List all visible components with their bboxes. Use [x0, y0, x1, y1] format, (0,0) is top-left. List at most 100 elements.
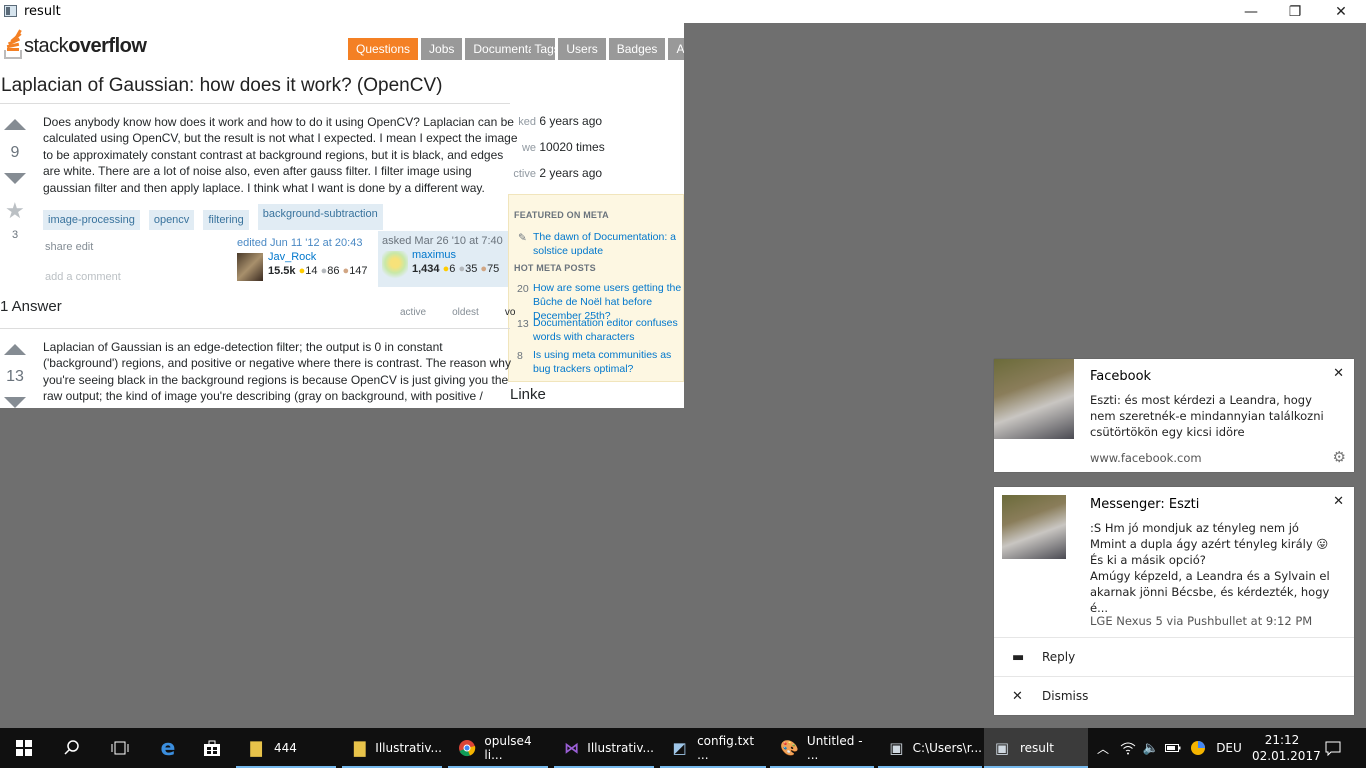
- tag-image-processing[interactable]: image-processing: [43, 210, 140, 230]
- tag-opencv[interactable]: opencv: [148, 210, 195, 230]
- answer-body: Laplacian of Gaussian is an edge-detecti…: [43, 340, 511, 408]
- window-titlebar: result — ❐ ✕: [0, 0, 1366, 23]
- taskbar-clock[interactable]: 21:12 02.01.2017: [1252, 732, 1321, 764]
- stat-asked: ked 6 years ago: [518, 114, 603, 128]
- task-view-button[interactable]: [96, 728, 144, 768]
- editor-avatar[interactable]: [237, 253, 263, 281]
- edited-timestamp[interactable]: edited Jun 11 '12 at 20:43: [237, 237, 362, 249]
- visual-studio-icon: ⋈: [564, 739, 580, 757]
- edge-icon[interactable]: e: [144, 728, 192, 768]
- featured-link[interactable]: The dawn of Documentation: a solstice up…: [533, 230, 683, 258]
- dismiss-button[interactable]: ✕ Dismiss: [994, 676, 1354, 714]
- result-image: stackoverflow Questions Jobs Documentati…: [0, 23, 684, 408]
- close-window-button[interactable]: ✕: [1318, 0, 1364, 23]
- question-body: Does anybody know how does it work and h…: [43, 115, 518, 195]
- meta-pen-icon: ✎: [518, 232, 527, 244]
- post-menu[interactable]: share edit: [45, 241, 93, 253]
- wifi-icon[interactable]: [1116, 728, 1140, 768]
- question-title[interactable]: Laplacian of Gaussian: how does it work?…: [1, 75, 442, 97]
- taskbar-item[interactable]: ▇ 444: [236, 728, 336, 768]
- taskbar-item[interactable]: ◩ config.txt ...: [660, 728, 766, 768]
- sort-active[interactable]: active: [400, 307, 426, 318]
- stat-viewed: we 10020 times: [521, 140, 605, 154]
- sort-oldest[interactable]: oldest: [452, 307, 479, 318]
- taskbar-item[interactable]: ▣ C:\Users\r...: [878, 728, 982, 768]
- answer-sort-tabs: active oldest vo: [400, 307, 541, 318]
- divider: [0, 328, 510, 329]
- search-icon: [64, 740, 79, 755]
- stackoverflow-logo-icon: [4, 29, 22, 59]
- input-language[interactable]: DEU: [1212, 728, 1246, 768]
- asker-avatar[interactable]: [382, 251, 408, 281]
- task-view-icon: [111, 741, 129, 755]
- nav-badges[interactable]: Badges: [608, 38, 666, 60]
- nav-users[interactable]: Users: [558, 38, 606, 60]
- close-icon[interactable]: ✕: [1333, 494, 1344, 509]
- action-center-button[interactable]: [1318, 728, 1348, 768]
- messenger-notification[interactable]: Messenger: Eszti :S Hm jó mondjuk az tén…: [994, 487, 1354, 715]
- add-comment-link[interactable]: add a comment: [45, 271, 121, 283]
- editor-reputation: 15.5k ●14 ●86 ●147: [268, 265, 368, 277]
- asked-timestamp: asked Mar 26 '10 at 7:40: [382, 235, 503, 247]
- asker-reputation: 1,434 ●6 ●35 ●75: [412, 263, 500, 275]
- nav-tags[interactable]: Tags: [531, 38, 556, 60]
- editor-card: edited Jun 11 '12 at 20:43 Jav_Rock 15.5…: [237, 237, 377, 283]
- taskbar: e ▇ 444 ▇ Illustrativ... opulse4 li... ⋈ Il…: [0, 728, 1366, 768]
- answers-header: 1 Answer: [0, 298, 62, 315]
- close-icon[interactable]: ✕: [1333, 366, 1344, 381]
- taskbar-item[interactable]: 🎨 Untitled - ...: [770, 728, 874, 768]
- meta-sidebar: FEATURED ON META ✎ The dawn of Documenta…: [508, 194, 684, 382]
- windows-icon: [16, 740, 32, 756]
- asker-name[interactable]: maximus: [412, 249, 456, 261]
- paint-icon: 🎨: [780, 739, 799, 757]
- nav-jobs[interactable]: Jobs: [421, 38, 463, 60]
- gear-icon[interactable]: ⚙: [1333, 448, 1346, 466]
- facebook-notification[interactable]: Facebook Eszti: és most kérdezi a Leandr…: [994, 359, 1354, 472]
- nav-questions[interactable]: Questions: [348, 38, 419, 60]
- taskbar-item[interactable]: ▇ Illustrativ...: [342, 728, 442, 768]
- chrome-icon: [458, 738, 476, 758]
- notification-message: Eszti: és most kérdezi a Leandra, hogy n…: [1090, 393, 1324, 439]
- folder-icon: ▇: [250, 739, 262, 757]
- window-icon: ▣: [994, 739, 1010, 757]
- hot-post-link[interactable]: Documentation editor confuses words with…: [533, 316, 683, 344]
- nav-documentation[interactable]: Documentati: [465, 38, 532, 60]
- editor-name[interactable]: Jav_Rock: [268, 251, 316, 263]
- upvote-icon[interactable]: [4, 119, 26, 130]
- downvote-icon[interactable]: [4, 397, 26, 408]
- tag-filtering[interactable]: filtering: [203, 210, 249, 230]
- sort-votes[interactable]: vo: [505, 307, 516, 318]
- volume-icon[interactable]: 🔈: [1140, 728, 1162, 768]
- notification-app-name: Messenger: Eszti: [1090, 497, 1200, 512]
- favorite-star-icon[interactable]: ★: [5, 198, 25, 224]
- action-center-icon: [1325, 741, 1341, 756]
- notepad-icon: ◩: [672, 739, 687, 757]
- start-button[interactable]: [0, 728, 48, 768]
- facebook-avatar: [994, 359, 1074, 439]
- console-icon: ▣: [889, 739, 904, 757]
- nav-ask-question[interactable]: Ask Que: [668, 38, 684, 60]
- downvote-icon[interactable]: [4, 173, 26, 184]
- pushbullet-icon[interactable]: [1186, 728, 1210, 768]
- search-button[interactable]: [48, 728, 96, 768]
- window-app-icon: [4, 5, 17, 17]
- chevron-up-icon[interactable]: ︿: [1092, 728, 1114, 768]
- taskbar-item-active[interactable]: ▣ result: [984, 728, 1088, 768]
- reply-button[interactable]: ▬ Reply: [994, 637, 1354, 675]
- store-icon[interactable]: [192, 728, 232, 768]
- question-vote-count: 9: [10, 144, 20, 161]
- favorite-count: 3: [12, 229, 19, 241]
- messenger-avatar: [1002, 495, 1066, 559]
- restore-button[interactable]: ❐: [1272, 0, 1318, 23]
- battery-icon[interactable]: [1162, 728, 1184, 768]
- taskbar-item[interactable]: ⋈ Illustrativ...: [554, 728, 654, 768]
- tag-background-subtraction[interactable]: background-subtraction: [257, 204, 383, 230]
- notification-source: www.facebook.com: [1090, 451, 1202, 465]
- upvote-icon[interactable]: [4, 344, 26, 355]
- taskbar-item[interactable]: opulse4 li...: [448, 728, 548, 768]
- minimize-button[interactable]: —: [1228, 0, 1274, 23]
- stat-active: ctive 2 years ago: [513, 166, 603, 180]
- featured-header: FEATURED ON META: [514, 210, 609, 220]
- window-title: result: [24, 4, 61, 19]
- hot-post-link[interactable]: Is using meta communities as bug tracker…: [533, 348, 683, 376]
